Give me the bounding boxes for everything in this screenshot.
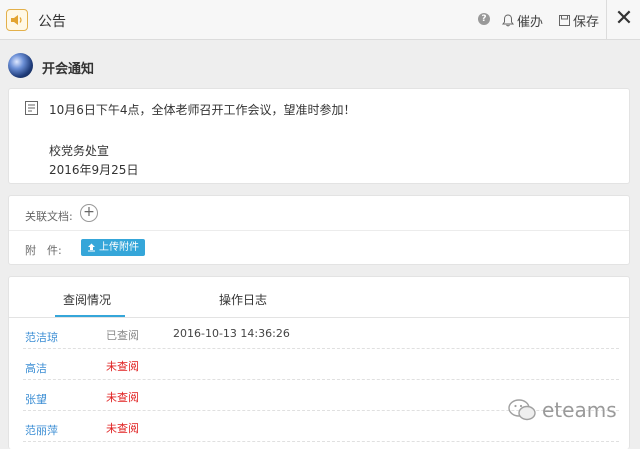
save-icon <box>559 15 570 26</box>
help-icon[interactable]: ? <box>478 13 490 25</box>
read-status: 未查阅 <box>106 360 139 373</box>
announcement-speaker-icon <box>6 9 28 31</box>
tab-operation-log[interactable]: 操作日志 <box>219 291 267 308</box>
reader-name-link[interactable]: 范丽萍 <box>25 422 58 438</box>
urge-button[interactable]: 催办 <box>502 11 543 30</box>
reader-name-link[interactable]: 张望 <box>25 391 47 407</box>
related-docs-label: 关联文档: <box>25 210 73 223</box>
read-status: 未查阅 <box>106 391 139 404</box>
read-status-card: 查阅情况 操作日志 范洁琼 已查阅 2016-10-13 14:36:26 高洁… <box>8 276 630 449</box>
notice-content-card: 10月6日下午4点，全体老师召开工作会议，望准时参加！ 校党务处宣 2016年9… <box>8 88 630 184</box>
save-label: 保存 <box>573 15 600 30</box>
attachment-label: 附 件: <box>25 244 62 257</box>
avatar <box>8 53 33 78</box>
reader-name-link[interactable]: 范洁琼 <box>25 329 58 345</box>
notice-body-text: 10月6日下午4点，全体老师召开工作会议，望准时参加！ <box>49 103 356 117</box>
upload-icon <box>88 243 95 252</box>
table-row: 高洁 未查阅 <box>23 349 619 380</box>
bell-icon <box>502 14 514 27</box>
tab-read-status[interactable]: 查阅情况 <box>63 291 111 308</box>
watermark: eteams <box>508 398 617 422</box>
divider <box>9 230 629 231</box>
read-status: 已查阅 <box>106 329 139 342</box>
header-divider <box>606 0 607 40</box>
notice-issuer: 校党务处宣 <box>49 144 110 158</box>
top-bar: 公告 ? 催办 保存 ✕ <box>0 0 640 40</box>
table-row: 范洁琼 已查阅 2016-10-13 14:36:26 <box>23 318 619 349</box>
read-status: 未查阅 <box>106 422 139 435</box>
page-title: 公告 <box>38 14 66 30</box>
related-docs-card: 关联文档: + 附 件: 上传附件 <box>8 195 630 265</box>
reader-name-link[interactable]: 高洁 <box>25 360 47 376</box>
watermark-text: eteams <box>542 398 617 422</box>
wechat-icon <box>508 399 536 421</box>
upload-attachment-label: 上传附件 <box>99 242 139 253</box>
upload-attachment-button[interactable]: 上传附件 <box>81 239 145 256</box>
read-time: 2016-10-13 14:36:26 <box>173 327 290 340</box>
save-button[interactable]: 保存 <box>559 11 599 30</box>
document-icon <box>25 101 38 115</box>
add-related-doc-button[interactable]: + <box>80 204 98 222</box>
notice-title: 开会通知 <box>42 62 95 77</box>
notice-date: 2016年9月25日 <box>49 163 139 177</box>
urge-label: 催办 <box>517 15 544 30</box>
close-icon[interactable]: ✕ <box>614 8 634 30</box>
